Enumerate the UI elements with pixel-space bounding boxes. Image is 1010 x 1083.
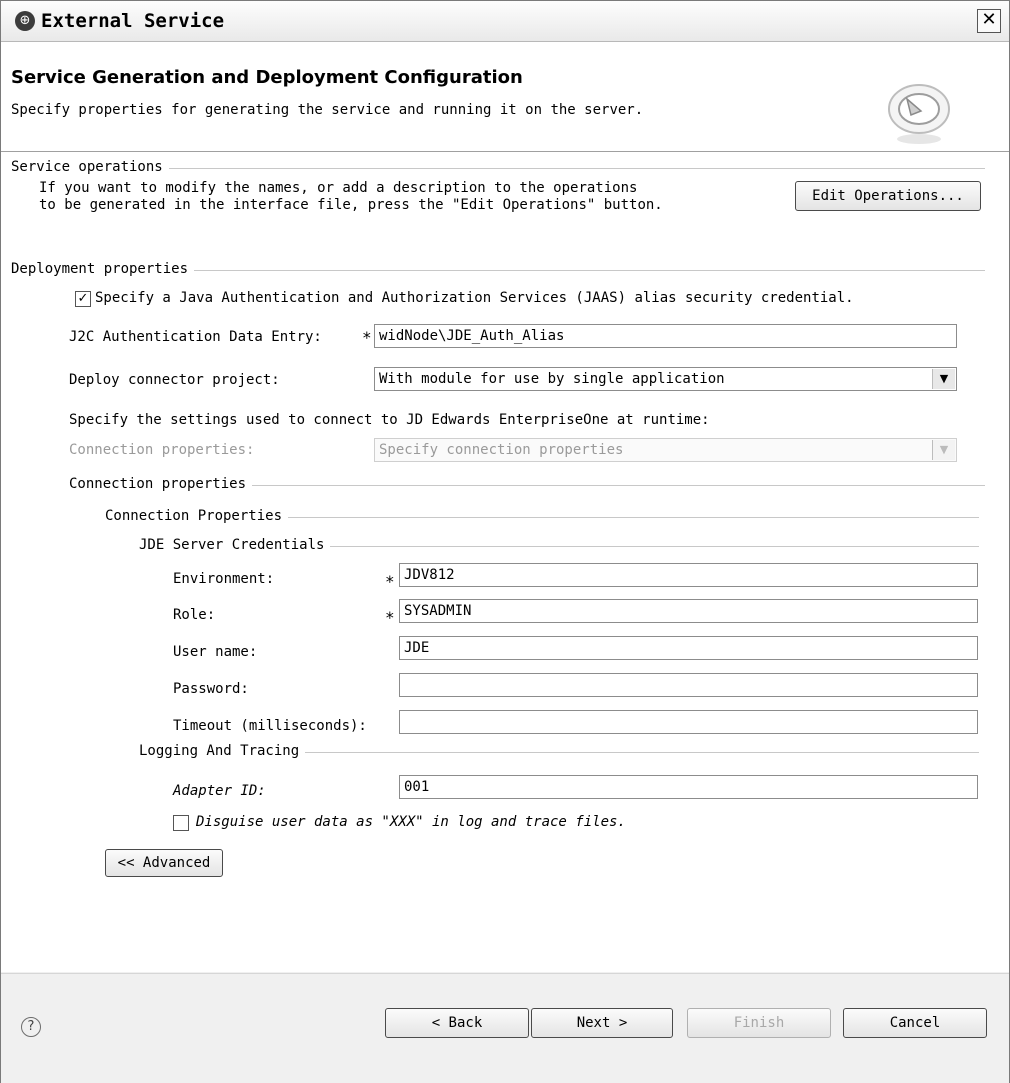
connection-properties-group-label: Connection properties	[69, 476, 253, 492]
title-bar: ⊕ External Service ✕	[1, 1, 1009, 42]
window-title: External Service	[41, 10, 225, 32]
j2c-auth-field[interactable]: widNode\JDE_Auth_Alias	[374, 324, 957, 348]
disguise-data-label: Disguise user data as "XXX" in log and t…	[196, 814, 626, 830]
edit-operations-button[interactable]: Edit Operations...	[795, 181, 981, 211]
dialog-window: ⊕ External Service ✕ Service Generation …	[0, 0, 1010, 1083]
chevron-down-icon[interactable]: ▼	[932, 369, 955, 389]
adapter-id-field[interactable]: 001	[399, 775, 978, 799]
connection-properties-subgroup-label: Connection Properties	[105, 508, 289, 524]
password-label: Password:	[173, 681, 249, 697]
cancel-button[interactable]: Cancel	[843, 1008, 987, 1038]
question-icon[interactable]: ?	[21, 1017, 41, 1037]
disguise-data-checkbox[interactable]	[173, 815, 189, 831]
role-label: Role:	[173, 607, 216, 623]
timeout-label: Timeout (milliseconds):	[173, 718, 367, 734]
deployment-group-label: Deployment properties	[11, 261, 195, 277]
role-field[interactable]: SYSADMIN	[399, 599, 978, 623]
service-operations-text-line2: to be generated in the interface file, p…	[39, 197, 663, 213]
password-field[interactable]	[399, 673, 978, 697]
required-marker: *	[385, 608, 395, 627]
advanced-button[interactable]: << Advanced	[105, 849, 223, 877]
timeout-field[interactable]	[399, 710, 978, 734]
page-title: Service Generation and Deployment Config…	[11, 67, 523, 88]
username-field[interactable]: JDE	[399, 636, 978, 660]
wizard-footer: ? < Back Next > Finish Cancel	[1, 973, 1009, 1083]
environment-field[interactable]: JDV812	[399, 563, 978, 587]
deploy-connector-label: Deploy connector project:	[69, 372, 280, 388]
environment-label: Environment:	[173, 571, 275, 587]
service-icon: ⊕	[15, 11, 35, 31]
j2c-label: J2C Authentication Data Entry:	[69, 329, 322, 345]
required-marker: *	[385, 572, 395, 591]
back-button[interactable]: < Back	[385, 1008, 529, 1038]
next-button[interactable]: Next >	[531, 1008, 673, 1038]
connection-properties-value-disabled: Specify connection properties	[379, 442, 624, 458]
page-description: Specify properties for generating the se…	[11, 102, 644, 118]
finish-button: Finish	[687, 1008, 831, 1038]
wizard-banner-icon	[888, 84, 950, 144]
username-label: User name:	[173, 644, 258, 660]
deploy-connector-value: With module for use by single applicatio…	[379, 371, 725, 387]
chevron-down-icon: ▼	[932, 440, 955, 460]
jde-server-credentials-group-label: JDE Server Credentials	[139, 537, 331, 553]
jaas-checkbox[interactable]: ✓	[75, 291, 91, 307]
jaas-checkbox-label: Specify a Java Authentication and Author…	[95, 290, 854, 306]
logging-tracing-group-label: Logging And Tracing	[139, 743, 306, 759]
runtime-settings-text: Specify the settings used to connect to …	[69, 412, 710, 428]
service-operations-text-line1: If you want to modify the names, or add …	[39, 180, 638, 196]
required-marker: *	[362, 328, 372, 347]
wizard-header: Service Generation and Deployment Config…	[1, 42, 1009, 152]
connection-properties-select-disabled: Specify connection properties ▼	[374, 438, 957, 462]
adapter-id-label: Adapter ID:	[173, 783, 266, 799]
deploy-connector-select[interactable]: With module for use by single applicatio…	[374, 367, 957, 391]
connection-properties-label-disabled: Connection properties:	[69, 442, 255, 458]
close-icon[interactable]: ✕	[977, 9, 1001, 33]
service-operations-group-label: Service operations	[11, 159, 169, 175]
wizard-content: Service operations If you want to modify…	[1, 152, 1009, 972]
